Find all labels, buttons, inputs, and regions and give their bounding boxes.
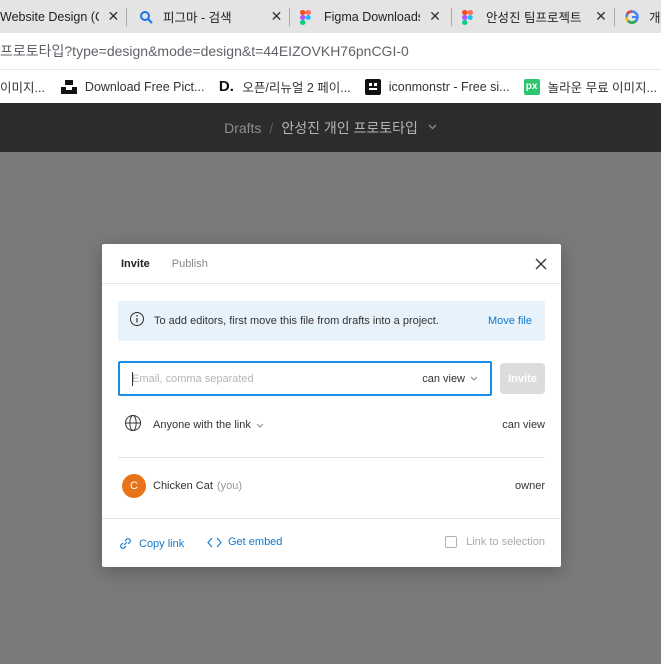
d-logo-icon: D. <box>218 78 234 95</box>
divider <box>118 457 545 458</box>
search-icon <box>139 10 153 24</box>
link-to-selection-checkbox[interactable]: Link to selection <box>445 536 545 548</box>
tab-title: Website Design (C <box>0 9 99 24</box>
email-field[interactable] <box>132 372 392 385</box>
tab-title: Figma Downloads <box>324 9 420 24</box>
copy-link-label: Copy link <box>139 537 185 550</box>
banner-message: To add editors, first move this file fro… <box>154 315 439 327</box>
figma-icon <box>300 9 314 25</box>
browser-tab[interactable]: 안성진 팀프로젝트 ✕ <box>452 0 614 33</box>
bookmark-item[interactable]: D. 오픈/리뉴얼 2 페이... <box>218 77 351 96</box>
chevron-down-icon[interactable] <box>428 122 437 133</box>
file-name[interactable]: 안성진 개인 프로토타입 <box>281 118 418 138</box>
info-icon <box>129 311 145 332</box>
pixabay-icon: px <box>523 78 540 95</box>
copy-link-button[interactable]: Copy link <box>118 536 184 551</box>
link-access-label[interactable]: Anyone with the link <box>153 419 251 431</box>
close-icon[interactable]: ✕ <box>428 8 442 25</box>
close-icon[interactable] <box>533 256 549 272</box>
permission-label: can view <box>422 372 465 385</box>
browser-tab[interactable]: 개 <box>615 0 661 33</box>
share-modal: Invite Publish To add editors, first mov… <box>102 244 561 567</box>
iconmonstr-icon <box>364 78 381 95</box>
invite-button[interactable]: Invite <box>500 363 545 394</box>
chevron-down-icon[interactable] <box>256 421 264 430</box>
user-you-tag: (you) <box>216 480 242 492</box>
get-embed-button[interactable]: Get embed <box>207 536 282 548</box>
link-icon <box>118 536 133 551</box>
text-caret <box>132 371 133 386</box>
chevron-down-icon <box>470 374 478 383</box>
modal-footer: Copy link Get embed Link to selection <box>102 519 561 567</box>
address-bar[interactable]: 프로토타입?type=design&mode=design&t=44EIZOVK… <box>0 33 661 70</box>
close-icon[interactable]: ✕ <box>270 8 283 25</box>
globe-icon <box>124 414 142 437</box>
link-permission-dropdown[interactable]: can view <box>502 419 545 431</box>
bookmark-item[interactable]: iconmonstr - Free si... <box>364 78 510 95</box>
browser-tab[interactable]: Figma Downloads ✕ <box>290 0 451 33</box>
tab-title: 안성진 팀프로젝트 <box>486 11 582 25</box>
user-role: owner <box>515 480 545 492</box>
browser-tab[interactable]: Website Design (C ✕ <box>0 0 126 33</box>
bookmark-label: 놀라운 무료 이미지... <box>547 81 657 95</box>
permission-dropdown[interactable]: can view <box>422 373 478 385</box>
tab-title: 피그마 - 검색 <box>163 11 232 25</box>
link-to-selection-label: Link to selection <box>466 536 545 548</box>
bookmark-label: 오픈/리뉴얼 2 페이... <box>242 81 351 95</box>
email-field-container[interactable]: can view <box>118 361 492 396</box>
close-icon[interactable]: ✕ <box>107 8 120 25</box>
bookmark-item[interactable]: Download Free Pict... <box>60 79 205 95</box>
google-icon <box>625 9 639 24</box>
figma-toolbar: Drafts / 안성진 개인 프로토타입 <box>0 103 661 152</box>
url-text[interactable]: 프로토타입?type=design&mode=design&t=44EIZOVK… <box>0 41 409 61</box>
bookmark-label: 이미지... <box>0 81 45 95</box>
tab-invite[interactable]: Invite <box>121 258 150 270</box>
browser-tab-strip: Website Design (C ✕ 피그마 - 검색 ✕ Figma Dow… <box>0 0 661 33</box>
bookmark-label: iconmonstr - Free si... <box>388 79 510 94</box>
checkbox-box[interactable] <box>445 536 458 548</box>
user-name: Chicken Cat <box>153 480 213 492</box>
browser-tab[interactable]: 피그마 - 검색 ✕ <box>127 0 289 33</box>
collaborator-row: C Chicken Cat (you) owner <box>122 474 545 498</box>
close-icon[interactable]: ✕ <box>594 8 608 25</box>
info-banner: To add editors, first move this file fro… <box>118 301 545 341</box>
unsplash-icon <box>60 79 77 95</box>
bookmark-item[interactable]: px 놀라운 무료 이미지... <box>523 77 657 96</box>
move-file-link[interactable]: Move file <box>488 315 532 327</box>
figma-icon <box>462 9 476 25</box>
breadcrumb-separator: / <box>269 119 274 136</box>
tab-title: 개 <box>649 11 661 25</box>
tab-publish[interactable]: Publish <box>172 258 208 270</box>
bookmark-item[interactable]: 이미지... <box>0 77 45 96</box>
link-access-row: Anyone with the link can view <box>124 414 545 437</box>
get-embed-label: Get embed <box>228 536 283 548</box>
breadcrumb-drafts[interactable]: Drafts <box>224 120 261 136</box>
modal-header: Invite Publish <box>102 244 561 284</box>
code-icon <box>207 537 222 548</box>
bookmarks-bar: 이미지... Download Free Pict... D. 오픈/리뉴얼 2… <box>0 70 661 103</box>
avatar: C <box>122 474 146 498</box>
bookmark-label: Download Free Pict... <box>84 79 205 94</box>
